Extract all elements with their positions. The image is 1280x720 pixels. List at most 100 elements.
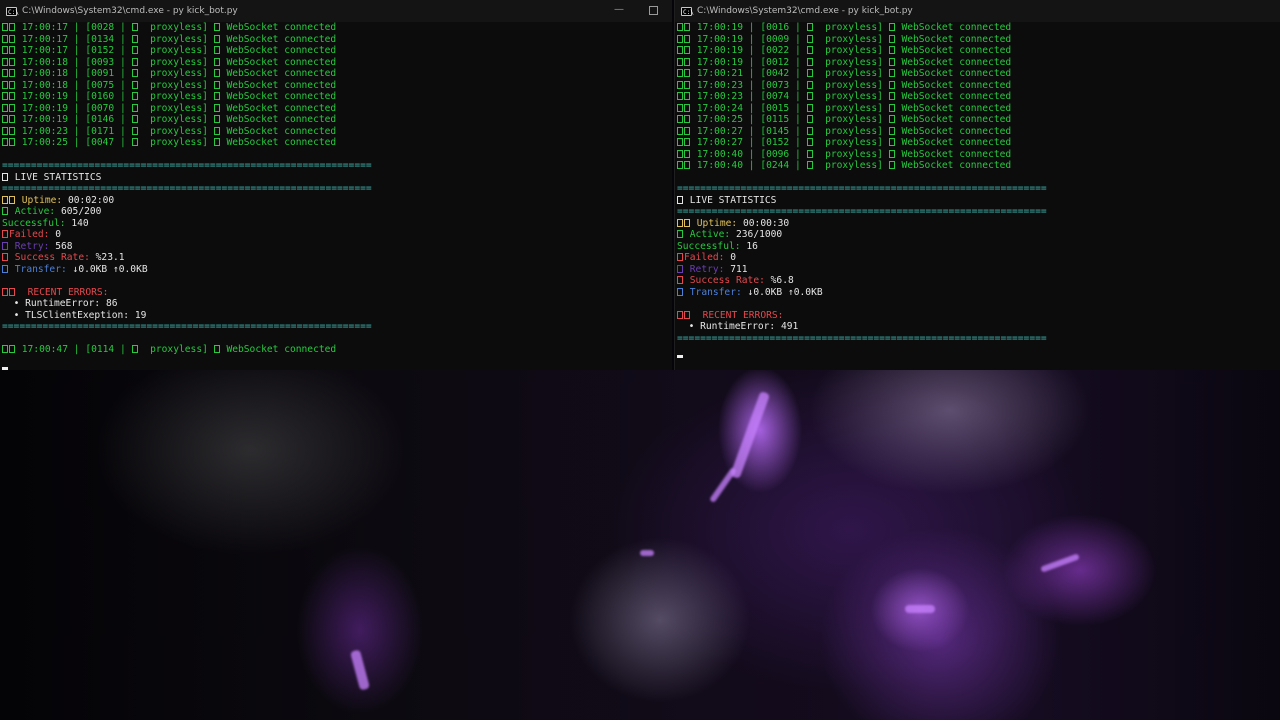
stat-success-rate-value: %23.1	[95, 252, 125, 263]
status-glyph-icon	[213, 345, 220, 353]
log-line: 17:00:18 | [0093 | proxyless] WebSocket …	[2, 57, 672, 69]
stat-uptime-value: 00:02:00	[68, 194, 115, 206]
status-glyph-icon	[888, 57, 895, 66]
log-id: [0016	[760, 22, 790, 33]
status-glyph-icon	[213, 23, 220, 31]
status-glyph-icon	[2, 230, 8, 238]
status-glyph-icon	[2, 241, 8, 250]
log-mode: proxyless]	[150, 344, 208, 355]
errors-header: RECENT ERRORS:	[677, 310, 1280, 322]
log-message: WebSocket connected	[226, 68, 337, 79]
stat-transfer-label: Transfer:	[14, 263, 67, 275]
log-line: 17:00:25 | [0115 | proxyless] WebSocket …	[677, 114, 1280, 126]
status-glyph-icon	[888, 149, 895, 158]
log-message: WebSocket connected	[226, 114, 337, 125]
log-mode: proxyless]	[825, 33, 883, 45]
log-id: [0047	[85, 137, 115, 148]
log-line: 17:00:19 | [0146 | proxyless] WebSocket …	[2, 114, 672, 126]
status-glyph-icon	[9, 103, 15, 112]
stat-failed-value: 0	[55, 229, 61, 240]
log-mode: proxyless]	[150, 91, 208, 102]
log-id: [0134	[85, 33, 115, 45]
stat-uptime-label: Uptime:	[21, 194, 63, 206]
log-time: 17:00:19	[21, 114, 68, 125]
console-window-left[interactable]: C:\ C:\Windows\System32\cmd.exe - py kic…	[0, 0, 672, 370]
log-mode: proxyless]	[825, 68, 883, 79]
status-glyph-icon	[9, 287, 15, 296]
error-item: • RuntimeError: 86	[2, 298, 672, 310]
terminal-output[interactable]: 17:00:19 | [0016 | proxyless] WebSocket …	[675, 22, 1280, 358]
status-glyph-icon	[131, 80, 138, 89]
log-time: 17:00:40	[696, 160, 743, 171]
status-glyph-icon	[806, 46, 813, 54]
status-glyph-icon	[888, 103, 895, 112]
error-text: • RuntimeError: 86	[13, 298, 118, 309]
stat-retry-value: 711	[730, 263, 748, 275]
status-glyph-icon	[806, 115, 813, 123]
log-line: 17:00:17 | [0152 | proxyless] WebSocket …	[2, 45, 672, 57]
window-titlebar[interactable]: C:\ C:\Windows\System32\cmd.exe - py kic…	[0, 0, 672, 22]
status-glyph-icon	[888, 161, 895, 169]
log-mode: proxyless]	[825, 22, 883, 33]
status-glyph-icon	[677, 103, 683, 112]
status-glyph-icon	[213, 92, 220, 100]
log-line: 17:00:19 | [0022 | proxyless] WebSocket …	[677, 45, 1280, 57]
maximize-icon[interactable]	[649, 6, 658, 15]
log-time: 17:00:47	[21, 344, 68, 355]
text-cursor	[2, 366, 8, 370]
log-message: WebSocket connected	[226, 33, 337, 45]
status-glyph-icon	[677, 126, 683, 135]
log-mode: proxyless]	[825, 45, 883, 56]
log-id: [0012	[760, 56, 790, 68]
log-id: [0009	[760, 33, 790, 45]
log-time: 17:00:18	[21, 79, 68, 91]
status-glyph-icon	[677, 161, 683, 169]
status-glyph-icon	[677, 92, 683, 100]
minimize-icon[interactable]: —	[614, 4, 624, 16]
status-glyph-icon	[2, 345, 8, 353]
window-titlebar[interactable]: C:\ C:\Windows\System32\cmd.exe - py kic…	[675, 0, 1280, 22]
log-mode: proxyless]	[150, 33, 208, 45]
log-time: 17:00:25	[21, 137, 68, 148]
stat-successful: Successful: 140	[2, 218, 672, 230]
stat-retry-label: Retry:	[14, 240, 50, 252]
log-line: 17:00:19 | [0012 | proxyless] WebSocket …	[677, 57, 1280, 69]
stat-transfer-value: ↓0.0KB ↑0.0KB	[72, 263, 148, 275]
status-glyph-icon	[888, 34, 895, 43]
console-window-right[interactable]: C:\ C:\Windows\System32\cmd.exe - py kic…	[674, 0, 1280, 370]
status-glyph-icon	[677, 310, 683, 319]
log-time: 17:00:17	[21, 33, 68, 45]
status-glyph-icon	[677, 253, 683, 261]
log-message: WebSocket connected	[901, 56, 1012, 68]
status-glyph-icon	[131, 34, 138, 43]
status-glyph-icon	[684, 80, 690, 89]
text-cursor	[677, 355, 683, 358]
stat-success-rate-label: Success Rate:	[14, 252, 90, 263]
status-glyph-icon	[684, 310, 690, 319]
status-glyph-icon	[213, 57, 220, 66]
log-message: WebSocket connected	[226, 45, 337, 56]
log-message: WebSocket connected	[901, 68, 1012, 79]
status-glyph-icon	[677, 69, 683, 77]
status-glyph-icon	[9, 69, 15, 77]
error-item: • TLSClientExeption: 19	[2, 310, 672, 322]
log-mode: proxyless]	[825, 91, 883, 102]
log-message: WebSocket connected	[226, 56, 337, 68]
log-mode: proxyless]	[150, 56, 208, 68]
stat-active-label: Active:	[14, 206, 56, 217]
log-time: 17:00:23	[696, 79, 743, 91]
log-message: WebSocket connected	[901, 79, 1012, 91]
stat-active: Active: 605/200	[2, 206, 672, 218]
status-glyph-icon	[888, 80, 895, 89]
status-glyph-icon	[677, 23, 683, 31]
terminal-output[interactable]: 17:00:17 | [0028 | proxyless] WebSocket …	[0, 22, 672, 370]
log-line: 17:00:18 | [0091 | proxyless] WebSocket …	[2, 68, 672, 80]
stat-uptime: Uptime: 00:02:00	[2, 195, 672, 207]
stat-active-label: Active:	[689, 229, 731, 240]
stat-failed-value: 0	[730, 252, 736, 263]
log-time: 17:00:27	[696, 137, 743, 148]
status-glyph-icon	[677, 138, 683, 146]
stat-failed: Failed: 0	[677, 252, 1280, 264]
